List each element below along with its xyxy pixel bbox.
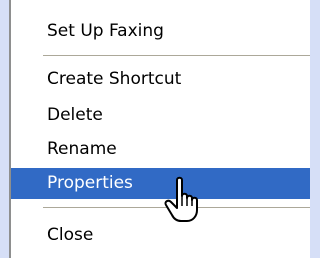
menu-item-rename[interactable]: Rename (11, 134, 310, 165)
menu-item-create-shortcut[interactable]: Create Shortcut (11, 64, 310, 95)
menu-item-properties[interactable]: Properties (11, 168, 310, 199)
menu-separator (43, 55, 310, 57)
menu-item-delete[interactable]: Delete (11, 100, 310, 131)
menu-item-set-up-faxing[interactable]: Set Up Faxing (11, 16, 310, 47)
context-menu: Set Up Faxing Create Shortcut Delete Ren… (9, 0, 310, 258)
hand-pointer-icon (164, 176, 198, 222)
menu-item-close[interactable]: Close (11, 220, 310, 251)
